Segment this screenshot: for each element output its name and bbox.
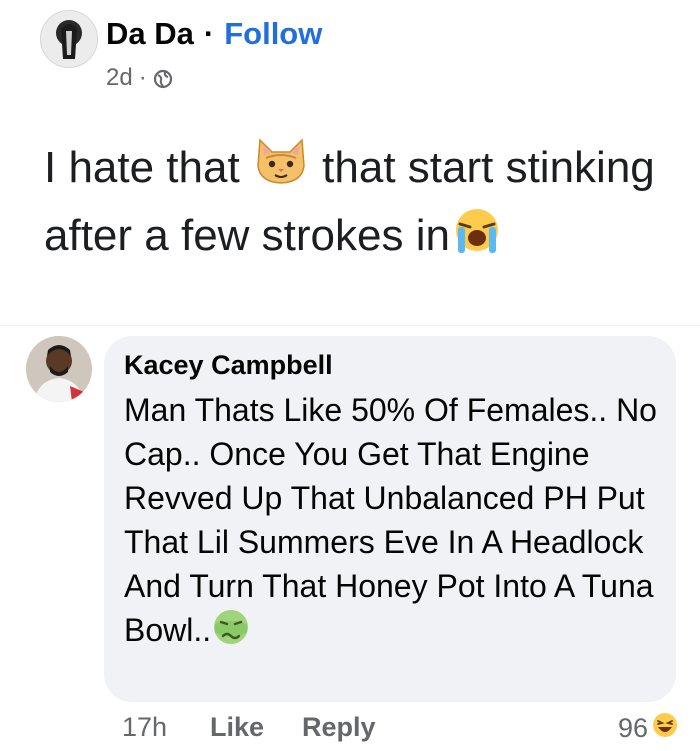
loudly-crying-face-emoji <box>450 205 504 273</box>
cat-face-emoji <box>252 136 310 204</box>
reply-button[interactable]: Reply <box>302 712 376 743</box>
comment-footer: 17h Like Reply 96 <box>122 712 682 748</box>
globe-icon <box>153 68 173 89</box>
reaction-count: 96 <box>617 713 648 743</box>
comment-timestamp[interactable]: 17h <box>122 712 167 743</box>
reaction-summary[interactable]: 96 <box>618 712 678 745</box>
commenter-avatar[interactable] <box>26 336 92 402</box>
comment-text-body: Man Thats Like 50% Of Females.. No Cap..… <box>124 392 657 648</box>
laughing-face-emoji <box>652 712 678 745</box>
like-button[interactable]: Like <box>210 712 264 743</box>
author-line: Da Da · Follow <box>106 16 322 52</box>
follow-button[interactable]: Follow <box>224 16 322 51</box>
comment-text: Man Thats Like 50% Of Females.. No Cap..… <box>124 388 664 657</box>
comment-bubble: Kacey Campbell Man Thats Like 50% Of Fem… <box>104 336 676 702</box>
post-meta: 2d · <box>106 64 173 92</box>
post-body: I hate that that start stinking after a … <box>44 136 664 273</box>
post-timestamp[interactable]: 2d <box>106 64 133 92</box>
commenter-name[interactable]: Kacey Campbell <box>124 350 333 381</box>
post-author-name[interactable]: Da Da <box>106 16 194 51</box>
name-separator: · <box>203 16 215 51</box>
post-header: Da Da · Follow 2d · <box>40 10 660 100</box>
meta-separator: · <box>138 64 147 91</box>
nauseated-face-emoji <box>211 608 251 657</box>
post-text-part1: I hate that <box>44 143 252 192</box>
section-divider <box>0 325 700 326</box>
author-avatar[interactable] <box>40 10 98 68</box>
